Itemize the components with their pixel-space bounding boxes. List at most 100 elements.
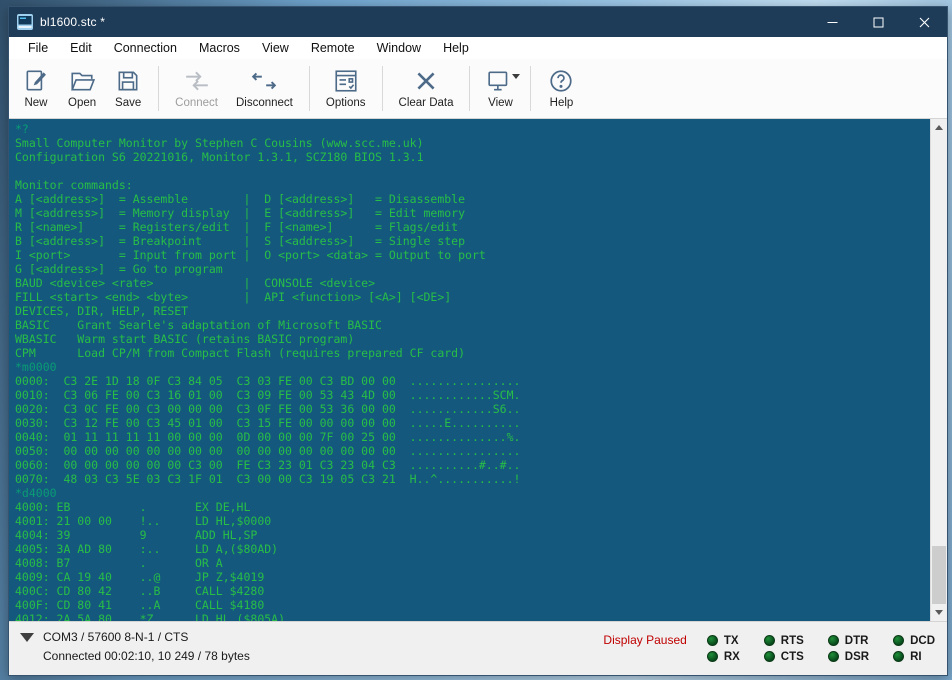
led-label: RX	[723, 650, 740, 663]
view-icon	[487, 68, 513, 94]
toolbar-button-label: Clear Data	[398, 97, 454, 109]
terminal-output-line: BAUD <device> <rate> | CONSOLE <device>	[15, 276, 376, 290]
toolbar-button-clear-data[interactable]: Clear Data	[390, 61, 463, 116]
led-cts-icon	[763, 651, 775, 662]
led-indicator-dcd: DCD	[893, 635, 935, 647]
toolbar-button-label: Connect	[175, 97, 218, 109]
terminal-output-line: 4005: 3A AD 80 :.. LD A,($80AD)	[15, 542, 279, 556]
toolbar-separator	[158, 66, 160, 111]
minimize-button[interactable]	[809, 7, 855, 37]
open-folder-icon	[69, 68, 96, 94]
terminal-output-line: 0010: C3 06 FE 00 C3 16 01 00 C3 09 FE 0…	[15, 388, 521, 402]
menu-item-file[interactable]: File	[17, 38, 59, 58]
terminal-output-line: B [<address>] = Breakpoint | S [<address…	[15, 234, 466, 248]
menu-item-help[interactable]: Help	[432, 38, 480, 58]
led-indicator-dsr: DSR	[827, 651, 869, 663]
terminal-output-line: FILL <start> <end> <byte> | API <functio…	[15, 290, 452, 304]
menubar: File Edit Connection Macros View Remote Window…	[9, 37, 947, 59]
led-indicator-ri: RI	[893, 651, 935, 663]
terminal-output-line: R [<name>] = Registers/edit | F [<name>]…	[15, 220, 459, 234]
led-indicator-dtr: DTR	[827, 635, 869, 647]
led-label: TX	[723, 634, 739, 647]
terminal-output-line: DEVICES, DIR, HELP, RESET	[15, 304, 189, 318]
toolbar-button-label: View	[488, 97, 513, 109]
toolbar-button-connect[interactable]: Connect	[166, 61, 227, 116]
terminal-output-line: WBASIC Warm start BASIC (retains BASIC p…	[15, 332, 355, 346]
terminal-command-line: *d4000	[15, 486, 57, 500]
led-dtr-icon	[827, 635, 839, 646]
led-rts-icon	[763, 635, 775, 646]
dropdown-arrow-icon[interactable]	[512, 74, 521, 79]
toolbar-button-save[interactable]: Save	[105, 61, 151, 116]
connection-params: COM3 / 57600 8-N-1 / CTS	[43, 630, 189, 644]
app-icon	[17, 14, 33, 30]
terminal-output-line: 4008: B7 . OR A	[15, 556, 223, 570]
window-controls	[809, 7, 947, 37]
terminal-output-line: A [<address>] = Assemble | D [<address>]…	[15, 192, 466, 206]
scrollbar-up-arrow-icon[interactable]	[931, 119, 947, 136]
toolbar: New Open Save Connect Disconnect Options Clear…	[9, 59, 947, 119]
menu-item-connection[interactable]: Connection	[103, 38, 188, 58]
terminal-output-line: 0020: C3 0C FE 00 C3 00 00 00 C3 0F FE 0…	[15, 402, 521, 416]
toolbar-button-label: Help	[549, 97, 574, 109]
terminal-output-line: I <port> = Input from port | O <port> <d…	[15, 248, 486, 262]
terminal-output-line: 0050: 00 00 00 00 00 00 00 00 00 00 00 0…	[15, 444, 521, 458]
connect-icon	[184, 68, 210, 94]
toolbar-button-open[interactable]: Open	[59, 61, 105, 116]
statusbar-expand-arrow-icon[interactable]	[20, 633, 34, 642]
led-indicators: TX RTS DTR DCD RX CTS DSR RI	[706, 634, 935, 663]
close-button[interactable]	[901, 7, 947, 37]
toolbar-separator	[381, 66, 383, 111]
led-label: DCD	[910, 634, 935, 647]
toolbar-button-help[interactable]: Help	[538, 61, 584, 116]
terminal-output-line: 4004: 39 9 ADD HL,SP	[15, 528, 258, 542]
led-label: CTS	[780, 650, 804, 663]
connection-info: COM3 / 57600 8-N-1 / CTS Connected 00:02…	[43, 628, 250, 666]
menu-item-edit[interactable]: Edit	[59, 38, 103, 58]
vertical-scrollbar[interactable]	[930, 119, 947, 621]
terminal-output-line: Configuration S6 20221016, Monitor 1.3.1…	[15, 150, 424, 164]
new-document-icon	[23, 68, 49, 94]
led-label: RI	[910, 650, 922, 663]
toolbar-button-options[interactable]: Options	[317, 61, 375, 116]
led-indicator-cts: CTS	[763, 650, 804, 663]
terminal-output-line: 400F: CD 80 41 ..A CALL $4180	[15, 598, 265, 612]
menu-item-view[interactable]: View	[251, 38, 300, 58]
toolbar-separator	[530, 66, 532, 111]
terminal-output-line: 0060: 00 00 00 00 00 00 C3 00 FE C3 23 0…	[15, 458, 521, 472]
led-dcd-icon	[893, 635, 905, 646]
menu-item-window[interactable]: Window	[366, 38, 432, 58]
terminal-output-line: Small Computer Monitor by Stephen C Cous…	[15, 136, 424, 150]
toolbar-button-new[interactable]: New	[13, 61, 59, 116]
terminal-output-line: CPM Load CP/M from Compact Flash (requir…	[15, 346, 466, 360]
titlebar[interactable]: bl1600.stc *	[9, 7, 947, 37]
toolbar-button-view[interactable]: View	[477, 61, 523, 116]
led-rx-icon	[706, 651, 718, 662]
led-indicator-rts: RTS	[763, 635, 804, 647]
toolbar-separator	[469, 66, 471, 111]
menu-item-macros[interactable]: Macros	[188, 38, 251, 58]
statusbar-right: Display Paused TX RTS DTR DCD RX CTS DSR RI	[603, 622, 935, 675]
terminal-output-line: 0030: C3 12 FE 00 C3 45 01 00 C3 15 FE 0…	[15, 416, 521, 430]
help-icon	[548, 68, 574, 94]
led-indicator-tx: TX	[706, 634, 740, 647]
toolbar-button-disconnect[interactable]: Disconnect	[227, 61, 302, 116]
terminal-output-line: 0000: C3 2E 1D 18 0F C3 84 05 C3 03 FE 0…	[15, 374, 521, 388]
save-icon	[115, 68, 141, 94]
scrollbar-thumb[interactable]	[932, 546, 946, 604]
terminal-output-area[interactable]: *? Small Computer Monitor by Stephen C Co…	[9, 119, 930, 621]
terminal-container: *? Small Computer Monitor by Stephen C Co…	[9, 119, 947, 621]
led-dsr-icon	[827, 651, 839, 662]
terminal-output-line: G [<address>] = Go to program	[15, 262, 223, 276]
window-title: bl1600.stc *	[40, 15, 106, 29]
connection-status: Connected 00:02:10, 10 249 / 78 bytes	[43, 649, 250, 663]
menu-item-remote[interactable]: Remote	[300, 38, 366, 58]
maximize-button[interactable]	[855, 7, 901, 37]
toolbar-separator	[308, 66, 310, 111]
terminal-output-line: 0070: 48 03 C3 5E 03 C3 1F 01 C3 00 00 C…	[15, 472, 521, 486]
disconnect-icon	[251, 68, 277, 94]
scrollbar-down-arrow-icon[interactable]	[931, 604, 947, 621]
terminal-command-line: *?	[15, 122, 29, 136]
terminal-output-line: Monitor commands:	[15, 178, 133, 192]
terminal-output-line: BASIC Grant Searle's adaptation of Micro…	[15, 318, 382, 332]
